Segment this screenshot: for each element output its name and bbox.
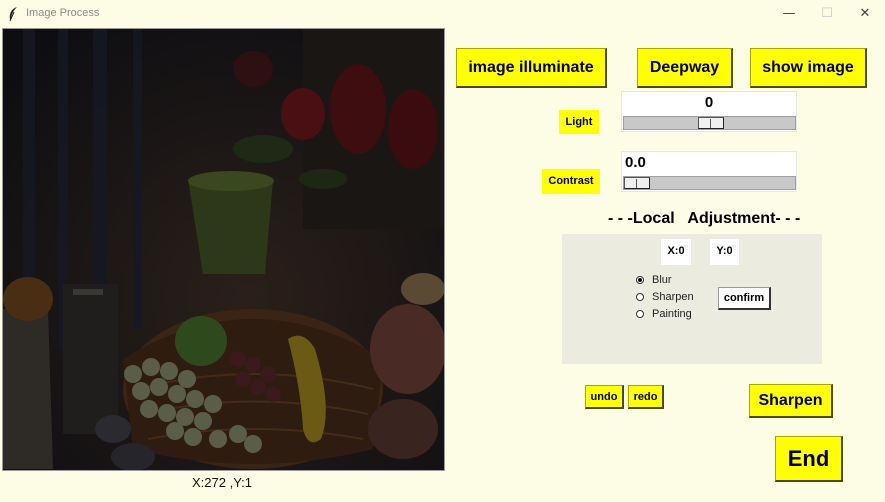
undo-button[interactable]: undo xyxy=(585,385,624,409)
contrast-label: Contrast xyxy=(542,169,600,194)
local-adjustment-panel: X:0 Y:0 Blur Sharpen Painting confirm xyxy=(562,234,822,364)
radio-indicator[interactable] xyxy=(636,276,644,284)
end-button[interactable]: End xyxy=(775,436,843,482)
deepway-button[interactable]: Deepway xyxy=(637,48,733,88)
radio-indicator[interactable] xyxy=(636,293,644,301)
title-bar: Image Process — ☐ ✕ xyxy=(0,0,885,28)
confirm-button[interactable]: confirm xyxy=(718,287,771,310)
light-label: Light xyxy=(559,110,599,134)
light-value: 0 xyxy=(704,94,714,111)
image-illuminate-button[interactable]: image illuminate xyxy=(456,48,607,88)
feather-icon xyxy=(9,7,17,22)
close-button[interactable]: ✕ xyxy=(852,4,878,24)
minimize-button[interactable]: — xyxy=(776,4,802,24)
contrast-slider[interactable]: 0.0 xyxy=(621,151,797,192)
show-image-button[interactable]: show image xyxy=(750,48,867,88)
radio-label: Sharpen xyxy=(652,291,694,303)
image-canvas[interactable] xyxy=(2,28,445,471)
y-coordinate-label: Y:0 xyxy=(710,239,739,265)
contrast-slider-thumb[interactable] xyxy=(624,177,650,189)
radio-label: Blur xyxy=(652,274,672,286)
cursor-coordinates: X:272 ,Y:1 xyxy=(192,475,252,490)
light-slider-thumb[interactable] xyxy=(697,117,724,129)
x-coordinate-label: X:0 xyxy=(661,239,691,265)
light-slider[interactable]: 0 xyxy=(621,91,797,132)
radio-label: Painting xyxy=(652,308,692,320)
contrast-slider-trough[interactable] xyxy=(623,176,796,190)
still-life-image xyxy=(3,29,444,470)
contrast-value: 0.0 xyxy=(625,154,646,171)
redo-button[interactable]: redo xyxy=(628,385,664,409)
light-slider-trough[interactable] xyxy=(623,116,796,130)
window-title: Image Process xyxy=(26,7,100,19)
radio-indicator[interactable] xyxy=(636,310,644,318)
local-adjustment-title: - - -Local Adjustment- - - xyxy=(608,210,801,227)
sharpen-button[interactable]: Sharpen xyxy=(749,384,833,418)
maximize-button[interactable]: ☐ xyxy=(814,4,840,24)
